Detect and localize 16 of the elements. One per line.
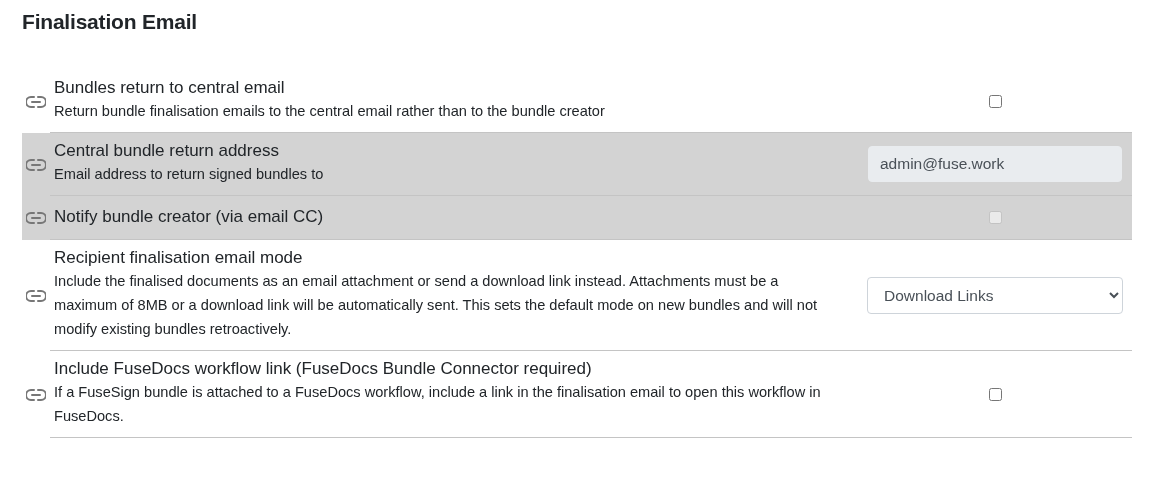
setting-description: Include the finalised documents as an email attachment or send a download link instead. Attachments must be a maximum of 8MB or a download link will be automatically sent. This sets the default mode on new bundles and will not modify existing bundles retroactively. [54, 272, 819, 339]
setting-title: Include FuseDocs workflow link (FuseDocs Bundle Connector required) [54, 358, 593, 380]
setting-description: Return bundle finalisation emails to the central email rather than to the bundle creator [54, 102, 606, 121]
link-icon[interactable] [26, 289, 46, 302]
mode-dropdown[interactable]: Download Links [867, 276, 1123, 314]
setting-title: Bundles return to central email [54, 77, 286, 99]
setting-title: Notify bundle creator (via email CC) [54, 205, 325, 228]
setting-title: Central bundle return address [54, 140, 280, 162]
setting-description: If a FuseSign bundle is attached to a FuseDocs workflow, include a link in the finalisation email to open this workflow in FuseDocs. [54, 383, 822, 426]
link-icon[interactable] [26, 388, 46, 401]
setting-title: Recipient finalisation email mode [54, 247, 304, 269]
link-icon[interactable] [26, 95, 46, 108]
checkbox[interactable] [988, 94, 1002, 108]
section-heading: Finalisation Email [22, 10, 198, 34]
setting-description: Email address to return signed bundles to [54, 165, 325, 184]
checkbox[interactable] [988, 387, 1002, 401]
